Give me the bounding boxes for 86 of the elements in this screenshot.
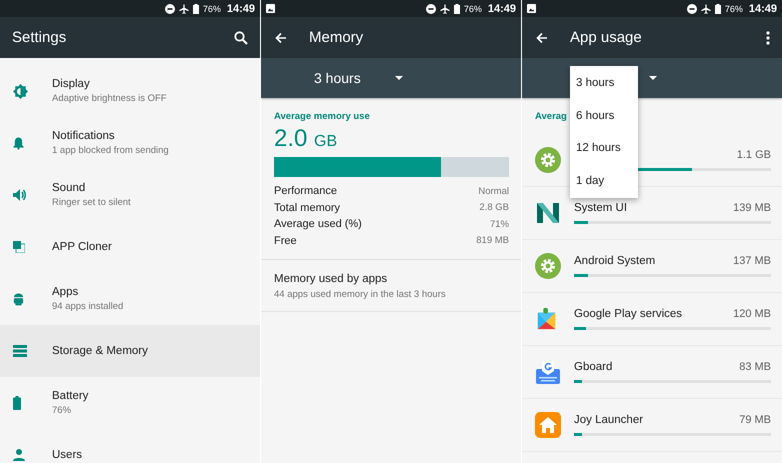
- app-name: Gboard: [574, 361, 612, 373]
- app-name: System UI: [574, 202, 628, 214]
- screen-title: App usage: [570, 29, 642, 46]
- item-title: Apps: [52, 286, 80, 298]
- memory-value: 139 MB: [733, 202, 771, 214]
- item-title: Storage & Memory: [52, 345, 148, 357]
- item-subtitle: 1 app blocked from sending: [52, 145, 169, 156]
- item-title: Notifications: [52, 130, 116, 142]
- item-title: APP Cloner: [52, 241, 112, 253]
- battery-icon: [13, 396, 21, 410]
- settings-item[interactable]: Battery 76%: [0, 377, 260, 429]
- storage-icon: [13, 345, 27, 357]
- screen-title: Settings: [12, 29, 66, 46]
- memory-value: 120 MB: [733, 308, 771, 320]
- status-time: 14:49: [748, 2, 777, 14]
- memory-amount: 2.0 GB: [274, 125, 338, 153]
- search-icon[interactable]: [234, 30, 248, 44]
- settings-item[interactable]: Display Adaptive brightness is OFF: [0, 65, 260, 117]
- battery-percentage: 76%: [724, 4, 743, 14]
- settings-item[interactable]: Storage & Memory: [0, 325, 260, 377]
- stat-value: 2.8 GB: [479, 202, 509, 214]
- section-heading: Average memory use: [274, 111, 371, 122]
- app-name: Joy Launcher: [574, 414, 644, 426]
- airplane-icon: [440, 4, 450, 14]
- screen-title: Memory: [309, 29, 364, 46]
- stat-label: Performance: [274, 185, 337, 198]
- n-logo-icon: [535, 200, 561, 226]
- settings-item[interactable]: Notifications 1 app blocked from sending: [0, 117, 260, 169]
- battery-icon: [192, 4, 199, 14]
- keyboard-icon: [535, 359, 561, 385]
- item-subtitle: Ringer set to silent: [52, 197, 131, 208]
- menu-item[interactable]: 1 day: [570, 164, 638, 197]
- item-title: Display: [52, 78, 91, 90]
- item-subtitle: 76%: [52, 405, 72, 416]
- stat-value: 819 MB: [476, 235, 509, 246]
- app-name: Google Play services: [574, 308, 682, 320]
- section-heading: Averag: [535, 111, 567, 122]
- stat-value: 71%: [490, 218, 509, 230]
- menu-item[interactable]: 12 hours: [570, 132, 638, 164]
- stat-label: Free: [274, 234, 297, 247]
- do-not-disturb-icon: [686, 4, 697, 14]
- copy-icon: [13, 241, 25, 253]
- settings-item[interactable]: Users: [0, 429, 260, 463]
- item-title: Users: [52, 449, 82, 461]
- back-arrow-icon[interactable]: [536, 32, 548, 44]
- memory-apps-item[interactable]: Memory used by apps 44 apps used memory in the last 3 hours: [261, 260, 521, 312]
- do-not-disturb-icon: [426, 4, 436, 14]
- app-name: Android System: [574, 255, 656, 267]
- battery-percentage: 76%: [464, 4, 482, 14]
- menu-item[interactable]: 6 hours: [570, 100, 638, 132]
- brightness-icon: [13, 84, 28, 98]
- battery-icon: [454, 4, 460, 14]
- settings-item[interactable]: APP Cloner: [0, 221, 260, 273]
- more-options-icon[interactable]: [766, 30, 770, 44]
- bell-icon: [13, 136, 24, 150]
- stat-label: Total memory: [274, 202, 340, 214]
- caret-icon[interactable]: [649, 76, 657, 80]
- speaker-icon: [13, 189, 27, 201]
- memory-value: 79 MB: [739, 414, 771, 426]
- memory-value: 83 MB: [739, 361, 771, 373]
- settings-item[interactable]: Apps 94 apps installed: [0, 273, 260, 325]
- battery-icon: [714, 4, 721, 14]
- item-title: Battery: [52, 390, 88, 402]
- android-icon: [13, 292, 24, 306]
- memory-value: 137 MB: [733, 255, 771, 267]
- stat-value: Normal: [478, 186, 509, 197]
- caret-icon: [394, 76, 403, 80]
- back-arrow-icon[interactable]: [275, 32, 287, 44]
- status-time: 14:49: [226, 2, 255, 14]
- item-subtitle: Adaptive brightness is OFF: [52, 93, 167, 104]
- gear-icon: [535, 147, 561, 173]
- stat-label: Average used (%): [274, 218, 362, 230]
- image-icon: [266, 4, 275, 13]
- house-icon: [535, 412, 561, 438]
- settings-item[interactable]: Sound Ringer set to silent: [0, 169, 260, 221]
- airplane-icon: [700, 4, 711, 14]
- image-icon: [527, 4, 536, 13]
- airplane-icon: [178, 4, 189, 14]
- item-title: Sound: [52, 182, 86, 194]
- battery-percentage: 76%: [202, 4, 221, 14]
- item-subtitle: 94 apps installed: [52, 301, 124, 312]
- memory-value: 1.1 GB: [736, 149, 771, 161]
- status-time: 14:49: [488, 2, 516, 14]
- do-not-disturb-icon: [164, 4, 175, 14]
- gear-icon: [535, 253, 561, 279]
- person-icon: [13, 449, 25, 461]
